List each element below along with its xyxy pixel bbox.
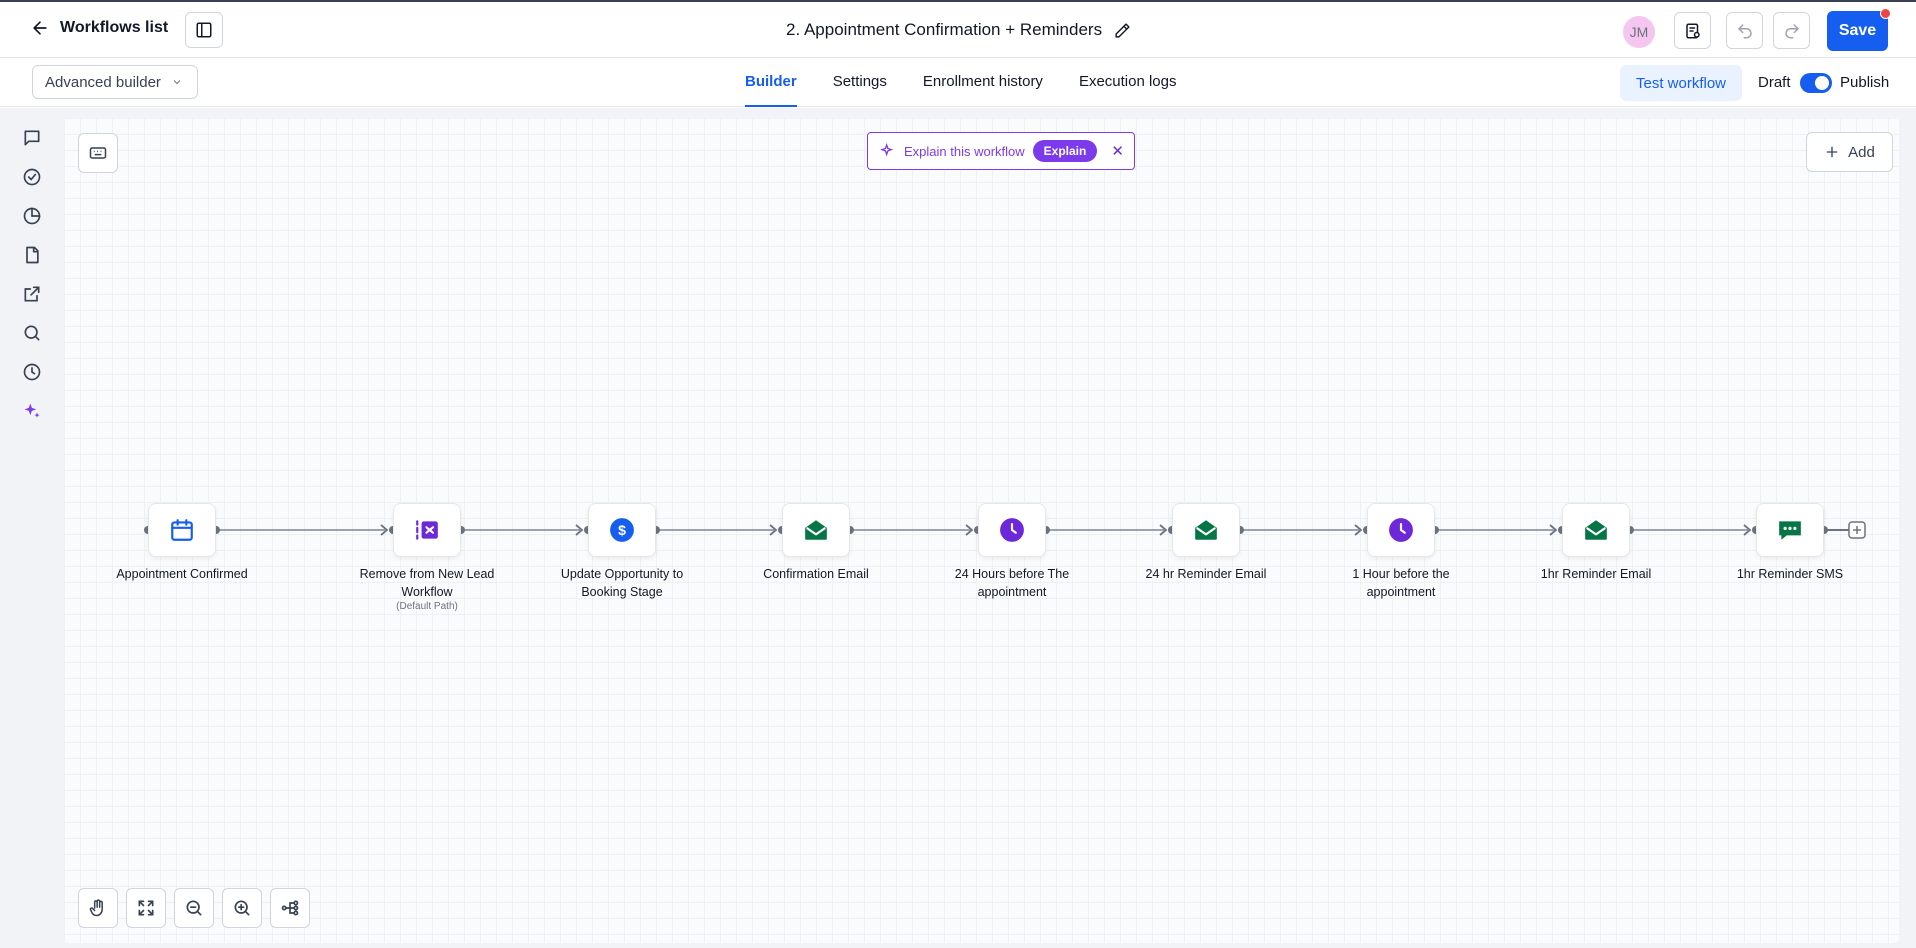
workflow-node[interactable] bbox=[1562, 503, 1630, 557]
node-label-text: 1 Hour before the appointment bbox=[1352, 567, 1450, 599]
zoom-out-icon bbox=[186, 900, 202, 916]
workflow-node-label: 24 hr Reminder Email bbox=[1126, 565, 1286, 583]
external-link-icon[interactable] bbox=[22, 284, 42, 304]
node-label-text: Update Opportunity to Booking Stage bbox=[560, 567, 684, 599]
zoom-in-button[interactable] bbox=[222, 888, 262, 928]
publish-label: Publish bbox=[1840, 74, 1890, 91]
checklist-button[interactable] bbox=[1674, 12, 1711, 49]
checklist-icon bbox=[1685, 23, 1700, 38]
check-circle-icon[interactable] bbox=[22, 167, 42, 187]
calendar-icon bbox=[169, 517, 195, 543]
clock-icon bbox=[1388, 517, 1414, 543]
dollar-icon: $ bbox=[609, 517, 635, 543]
pie-chart-icon[interactable] bbox=[22, 206, 42, 226]
clock-icon bbox=[999, 517, 1025, 543]
node-label-text: 24 Hours before The appointment bbox=[954, 567, 1070, 599]
node-label-text: 1hr Reminder SMS bbox=[1736, 567, 1844, 581]
svg-text:$: $ bbox=[618, 522, 626, 538]
canvas-area: Explain this workflow Explain ✕ Add Appo… bbox=[64, 108, 1916, 948]
workflow-node[interactable] bbox=[393, 503, 461, 557]
workflow-node-label: Update Opportunity to Booking Stage bbox=[542, 565, 702, 601]
publish-toggle[interactable] bbox=[1800, 73, 1832, 93]
back-label: Workflows list bbox=[60, 19, 169, 36]
sms-icon bbox=[1777, 517, 1803, 543]
workflow-node-label: 1hr Reminder Email bbox=[1516, 565, 1676, 583]
save-label: Save bbox=[1838, 22, 1877, 39]
sidebar-toggle-button[interactable] bbox=[185, 12, 223, 48]
node-label-text: 1hr Reminder Email bbox=[1540, 567, 1652, 581]
back-to-workflows-link[interactable]: Workflows list bbox=[30, 18, 168, 38]
top-bar: Workflows list 2. Appointment Confirmati… bbox=[0, 2, 1916, 58]
workflow-node-label: Appointment Confirmed bbox=[102, 565, 262, 583]
workflow-node[interactable] bbox=[1756, 503, 1824, 557]
ai-sparkle-icon[interactable] bbox=[22, 401, 42, 421]
workflow-title-text: 2. Appointment Confirmation + Reminders bbox=[786, 20, 1103, 39]
node-label-text: Remove from New Lead Workflow bbox=[359, 567, 495, 599]
flowchart-icon bbox=[281, 900, 299, 916]
remove-workflow-icon bbox=[414, 517, 440, 543]
avatar[interactable]: JM bbox=[1623, 16, 1655, 48]
zoom-out-button[interactable] bbox=[174, 888, 214, 928]
workflow-node[interactable] bbox=[148, 503, 216, 557]
tab-enrollment-history[interactable]: Enrollment history bbox=[923, 59, 1043, 107]
node-label-text: Appointment Confirmed bbox=[116, 567, 248, 581]
undo-button[interactable] bbox=[1726, 12, 1763, 49]
draft-label: Draft bbox=[1758, 74, 1791, 91]
workflow-node[interactable] bbox=[1367, 503, 1435, 557]
workflow-node[interactable] bbox=[782, 503, 850, 557]
unsaved-changes-dot bbox=[1880, 8, 1891, 19]
workflow-canvas[interactable]: Explain this workflow Explain ✕ Add Appo… bbox=[64, 118, 1899, 943]
workflow-node[interactable] bbox=[978, 503, 1046, 557]
workflow-title[interactable]: 2. Appointment Confirmation + Reminders bbox=[786, 20, 1131, 40]
pan-tool-button[interactable] bbox=[78, 888, 118, 928]
undo-icon bbox=[1737, 23, 1752, 38]
builder-mode-value: Advanced builder bbox=[45, 73, 161, 91]
redo-button[interactable] bbox=[1773, 12, 1810, 49]
fit-view-button[interactable] bbox=[126, 888, 166, 928]
file-icon[interactable] bbox=[22, 245, 42, 265]
left-rail bbox=[0, 108, 64, 948]
tab-builder[interactable]: Builder bbox=[745, 59, 797, 107]
workflow-node-label: 1 Hour before the appointment bbox=[1321, 565, 1481, 601]
chevron-down-icon bbox=[173, 80, 181, 85]
workflow-node-label: Remove from New Lead Workflow (Default Pa… bbox=[347, 565, 507, 613]
workflow-node[interactable]: $ bbox=[588, 503, 656, 557]
search-icon[interactable] bbox=[22, 323, 42, 343]
email-icon bbox=[1193, 517, 1219, 543]
builder-mode-select[interactable]: Advanced builder bbox=[32, 65, 198, 99]
email-icon bbox=[803, 517, 829, 543]
tab-execution-logs[interactable]: Execution logs bbox=[1079, 59, 1177, 107]
comments-icon[interactable] bbox=[22, 128, 42, 148]
add-step-icon[interactable] bbox=[1848, 521, 1866, 539]
history-icon[interactable] bbox=[22, 362, 42, 382]
redo-icon bbox=[1784, 23, 1799, 38]
panel-left-icon bbox=[196, 22, 212, 38]
node-label-text: Confirmation Email bbox=[763, 567, 869, 581]
email-icon bbox=[1583, 517, 1609, 543]
auto-layout-button[interactable] bbox=[270, 888, 310, 928]
pencil-icon[interactable] bbox=[1114, 22, 1131, 39]
canvas-toolbar bbox=[78, 888, 310, 928]
workflow-node-label: Confirmation Email bbox=[736, 565, 896, 583]
expand-icon bbox=[138, 900, 154, 916]
workflow-node-label: 24 Hours before The appointment bbox=[932, 565, 1092, 601]
hand-icon bbox=[89, 899, 103, 917]
workflow-node[interactable] bbox=[1172, 503, 1240, 557]
sub-bar: Advanced builder Builder Settings Enroll… bbox=[0, 59, 1916, 107]
arrow-left-icon bbox=[33, 21, 47, 35]
save-button[interactable]: Save bbox=[1827, 8, 1891, 51]
zoom-in-icon bbox=[234, 900, 250, 916]
node-path-label: (Default Path) bbox=[396, 601, 458, 612]
node-label-text: 24 hr Reminder Email bbox=[1145, 567, 1267, 581]
workflow-node-label: 1hr Reminder SMS bbox=[1710, 565, 1870, 583]
tabs: Builder Settings Enrollment history Exec… bbox=[745, 59, 1177, 107]
test-workflow-button[interactable]: Test workflow bbox=[1620, 65, 1742, 101]
tab-settings[interactable]: Settings bbox=[833, 59, 887, 107]
